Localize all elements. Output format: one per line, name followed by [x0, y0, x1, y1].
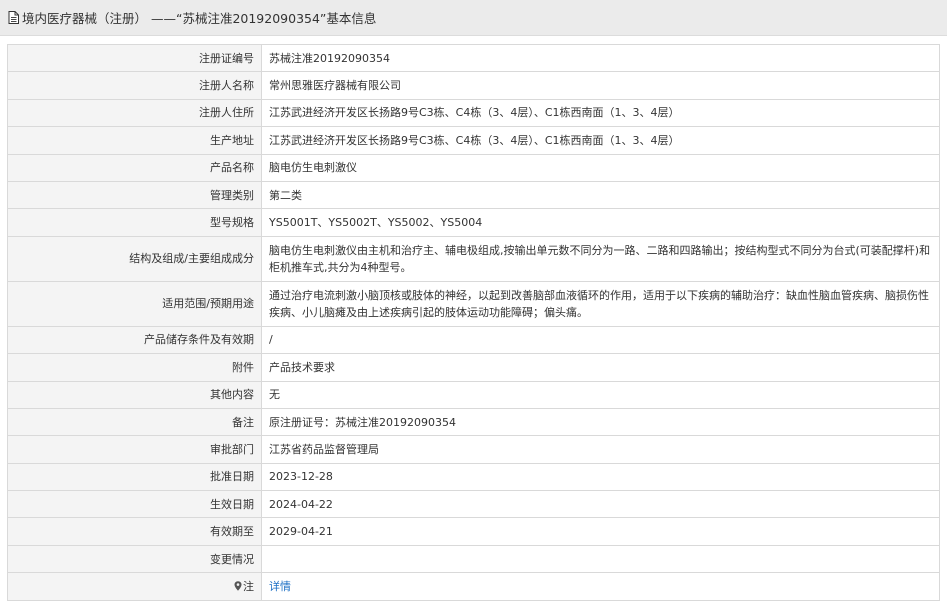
row-value	[261, 544, 940, 574]
row-value: 2029-04-21	[261, 517, 940, 546]
table-row-intended-use: 适用范围/预期用途 通过治疗电流刺激小脑顶核或肢体的神经，以起到改善脑部血液循环…	[7, 280, 940, 327]
row-value: 无	[261, 380, 940, 409]
row-value: 通过治疗电流刺激小脑顶核或肢体的神经，以起到改善脑部血液循环的作用，适用于以下疾…	[261, 280, 940, 327]
row-label: 有效期至	[7, 517, 262, 546]
row-label: 管理类别	[7, 180, 262, 210]
row-value: /	[261, 325, 940, 355]
row-label: 备注	[7, 407, 262, 437]
table-row-change-status: 变更情况	[7, 544, 940, 574]
table-row-structure-composition: 结构及组成/主要组成成分 脑电仿生电刺激仪由主机和治疗主、辅电极组成,按输出单元…	[7, 235, 940, 282]
document-icon	[8, 11, 19, 24]
row-value: 第二类	[261, 180, 940, 210]
table-row-other-content: 其他内容 无	[7, 380, 940, 409]
row-value: 江苏省药品监督管理局	[261, 435, 940, 464]
row-value: 江苏武进经济开发区长扬路9号C3栋、C4栋（3、4层）、C1栋西南面（1、3、4…	[261, 98, 940, 128]
table-row-registrant-address: 注册人住所 江苏武进经济开发区长扬路9号C3栋、C4栋（3、4层）、C1栋西南面…	[7, 98, 940, 128]
row-label: 批准日期	[7, 462, 262, 492]
row-value: 2024-04-22	[261, 490, 940, 519]
row-label: 审批部门	[7, 435, 262, 464]
row-value: 产品技术要求	[261, 353, 940, 382]
row-label: 其他内容	[7, 380, 262, 409]
table-row-registration-number: 注册证编号 苏械注准20192090354	[7, 43, 940, 73]
table-row-valid-until: 有效期至 2029-04-21	[7, 517, 940, 546]
row-label: 注册人住所	[7, 98, 262, 128]
page-header: 境内医疗器械（注册） ——“苏械注准20192090354”基本信息	[0, 0, 947, 36]
row-value: 脑电仿生电刺激仪由主机和治疗主、辅电极组成,按输出单元数不同分为一路、二路和四路…	[261, 235, 940, 282]
registration-info-table: 注册证编号 苏械注准20192090354 注册人名称 常州思雅医疗器械有限公司…	[7, 43, 940, 601]
row-label: 生效日期	[7, 490, 262, 519]
row-label: 生产地址	[7, 126, 262, 155]
row-label: 型号规格	[7, 208, 262, 237]
location-pin-icon	[234, 581, 242, 591]
table-row-registrant-name: 注册人名称 常州思雅医疗器械有限公司	[7, 71, 940, 100]
row-value: 2023-12-28	[261, 462, 940, 492]
row-label: 适用范围/预期用途	[7, 280, 262, 327]
row-label: 结构及组成/主要组成成分	[7, 235, 262, 282]
row-label: 变更情况	[7, 544, 262, 574]
table-row-remarks: 备注 原注册证号：苏械注准20192090354	[7, 407, 940, 437]
row-value: 江苏武进经济开发区长扬路9号C3栋、C4栋（3、4层）、C1栋西南面（1、3、4…	[261, 126, 940, 155]
table-row-product-name: 产品名称 脑电仿生电刺激仪	[7, 153, 940, 182]
row-value: 原注册证号：苏械注准20192090354	[261, 407, 940, 437]
details-link[interactable]: 详情	[269, 580, 291, 593]
table-row-effective-date: 生效日期 2024-04-22	[7, 490, 940, 519]
row-label: 注册人名称	[7, 71, 262, 100]
row-value: 详情	[261, 572, 940, 601]
row-label: 附件	[7, 353, 262, 382]
row-label: 注	[7, 572, 262, 601]
row-value: YS5001T、YS5002T、YS5002、YS5004	[261, 208, 940, 237]
table-row-management-category: 管理类别 第二类	[7, 180, 940, 210]
table-row-attachment: 附件 产品技术要求	[7, 353, 940, 382]
row-label: 注册证编号	[7, 43, 262, 73]
row-label: 产品名称	[7, 153, 262, 182]
table-row-model-spec: 型号规格 YS5001T、YS5002T、YS5002、YS5004	[7, 208, 940, 237]
row-value: 常州思雅医疗器械有限公司	[261, 71, 940, 100]
page-title: 境内医疗器械（注册） ——“苏械注准20192090354”基本信息	[22, 11, 377, 26]
row-label: 产品储存条件及有效期	[7, 325, 262, 355]
row-value: 苏械注准20192090354	[261, 43, 940, 73]
table-row-approval-date: 批准日期 2023-12-28	[7, 462, 940, 492]
table-row-approval-department: 审批部门 江苏省药品监督管理局	[7, 435, 940, 464]
table-row-production-address: 生产地址 江苏武进经济开发区长扬路9号C3栋、C4栋（3、4层）、C1栋西南面（…	[7, 126, 940, 155]
table-row-storage-validity: 产品储存条件及有效期 /	[7, 325, 940, 355]
row-value: 脑电仿生电刺激仪	[261, 153, 940, 182]
note-label: 注	[243, 579, 254, 593]
table-row-note: 注 详情	[7, 572, 940, 601]
